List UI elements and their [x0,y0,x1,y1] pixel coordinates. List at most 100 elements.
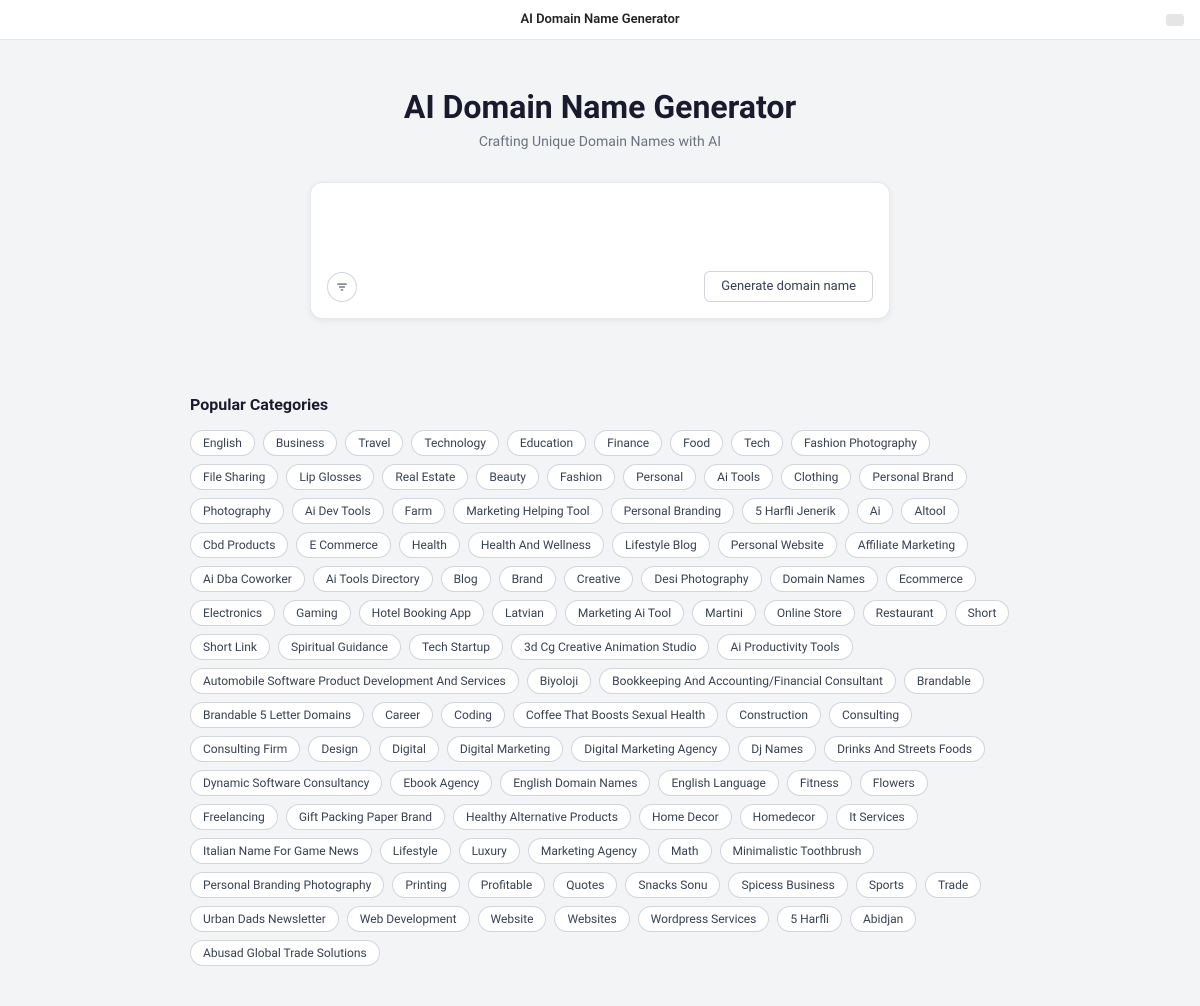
category-tag[interactable]: Personal Brand [859,464,966,490]
category-tag[interactable]: Lifestyle Blog [612,532,710,558]
category-tag[interactable]: Freelancing [190,804,278,830]
category-tag[interactable]: Consulting [829,702,912,728]
category-tag[interactable]: Drinks And Streets Foods [824,736,985,762]
category-tag[interactable]: Career [372,702,433,728]
category-tag[interactable]: Abusad Global Trade Solutions [190,940,380,966]
category-tag[interactable]: Online Store [764,600,855,626]
filter-icon[interactable] [327,272,357,302]
category-tag[interactable]: Biyoloji [527,668,591,694]
category-tag[interactable]: Latvian [492,600,557,626]
category-tag[interactable]: Trade [925,872,981,898]
category-tag[interactable]: Coding [441,702,505,728]
category-tag[interactable]: Math [658,838,712,864]
category-tag[interactable]: English Domain Names [500,770,650,796]
category-tag[interactable]: Ai Dba Coworker [190,566,305,592]
category-tag[interactable]: Marketing Helping Tool [453,498,602,524]
category-tag[interactable]: Flowers [860,770,928,796]
category-tag[interactable]: Brand [499,566,556,592]
category-tag[interactable]: Lip Glosses [286,464,374,490]
category-tag[interactable]: Marketing Agency [528,838,650,864]
category-tag[interactable]: Home Decor [639,804,732,830]
category-tag[interactable]: Fashion [547,464,615,490]
category-tag[interactable]: Dj Names [738,736,816,762]
category-tag[interactable]: Brandable [904,668,984,694]
category-tag[interactable]: Ai Tools Directory [313,566,433,592]
category-tag[interactable]: Tech Startup [409,634,503,660]
category-tag[interactable]: Electronics [190,600,275,626]
category-tag[interactable]: Restaurant [863,600,947,626]
generate-button[interactable]: Generate domain name [704,271,873,302]
category-tag[interactable]: Personal Branding Photography [190,872,384,898]
category-tag[interactable]: Minimalistic Toothbrush [720,838,875,864]
category-tag[interactable]: Personal Branding [611,498,735,524]
category-tag[interactable]: Martini [692,600,756,626]
category-tag[interactable]: Digital [379,736,439,762]
category-tag[interactable]: Fitness [787,770,852,796]
category-tag[interactable]: Fashion Photography [791,430,930,456]
category-tag[interactable]: Wordpress Services [638,906,770,932]
category-tag[interactable]: Design [308,736,371,762]
category-tag[interactable]: File Sharing [190,464,278,490]
category-tag[interactable]: Technology [411,430,498,456]
category-tag[interactable]: Short Link [190,634,270,660]
category-tag[interactable]: Healthy Alternative Products [453,804,631,830]
category-tag[interactable]: Bookkeeping And Accounting/Financial Con… [599,668,896,694]
category-tag[interactable]: Health And Wellness [468,532,604,558]
category-tag[interactable]: Urban Dads Newsletter [190,906,339,932]
category-tag[interactable]: Construction [726,702,821,728]
category-tag[interactable]: English [190,430,255,456]
category-tag[interactable]: 3d Cg Creative Animation Studio [511,634,710,660]
category-tag[interactable]: Spiritual Guidance [278,634,401,660]
category-tag[interactable]: Luxury [459,838,520,864]
category-tag[interactable]: Digital Marketing [447,736,563,762]
category-tag[interactable]: Italian Name For Game News [190,838,372,864]
category-tag[interactable]: Personal Website [718,532,837,558]
category-tag[interactable]: Dynamic Software Consultancy [190,770,382,796]
category-tag[interactable]: Websites [554,906,629,932]
category-tag[interactable]: Marketing Ai Tool [565,600,684,626]
category-tag[interactable]: 5 Harfli [777,906,842,932]
category-tag[interactable]: Printing [392,872,459,898]
category-tag[interactable]: Website [478,906,547,932]
category-tag[interactable]: Health [399,532,460,558]
category-tag[interactable]: Creative [564,566,634,592]
category-tag[interactable]: Farm [392,498,446,524]
search-input[interactable] [327,199,873,259]
category-tag[interactable]: Altool [901,498,958,524]
category-tag[interactable]: Spicess Business [728,872,847,898]
category-tag[interactable]: Automobile Software Product Development … [190,668,519,694]
category-tag[interactable]: Profitable [468,872,546,898]
category-tag[interactable]: Tech [731,430,783,456]
category-tag[interactable]: English Language [658,770,778,796]
category-tag[interactable]: Gift Packing Paper Brand [286,804,445,830]
category-tag[interactable]: Quotes [553,872,617,898]
category-tag[interactable]: Brandable 5 Letter Domains [190,702,364,728]
category-tag[interactable]: Blog [441,566,491,592]
category-tag[interactable]: Education [507,430,586,456]
category-tag[interactable]: Real Estate [382,464,468,490]
category-tag[interactable]: Gaming [283,600,351,626]
category-tag[interactable]: Sports [856,872,917,898]
category-tag[interactable]: Affiliate Marketing [845,532,968,558]
category-tag[interactable]: Snacks Sonu [625,872,720,898]
category-tag[interactable]: Clothing [781,464,851,490]
category-tag[interactable]: Short [955,600,1010,626]
category-tag[interactable]: Beauty [476,464,539,490]
category-tag[interactable]: Ai Dev Tools [292,498,384,524]
category-tag[interactable]: Ai Productivity Tools [717,634,852,660]
category-tag[interactable]: Digital Marketing Agency [571,736,730,762]
category-tag[interactable]: Ai [857,498,894,524]
category-tag[interactable]: E Commerce [296,532,390,558]
category-tag[interactable]: Ebook Agency [390,770,492,796]
category-tag[interactable]: Domain Names [770,566,878,592]
category-tag[interactable]: Hotel Booking App [359,600,484,626]
category-tag[interactable]: Homedecor [740,804,829,830]
category-tag[interactable]: Abidjan [850,906,916,932]
category-tag[interactable]: It Services [836,804,917,830]
category-tag[interactable]: Lifestyle [380,838,451,864]
category-tag[interactable]: Photography [190,498,284,524]
category-tag[interactable]: Coffee That Boosts Sexual Health [513,702,718,728]
category-tag[interactable]: Finance [594,430,662,456]
category-tag[interactable]: Business [263,430,338,456]
category-tag[interactable]: Ai Tools [704,464,773,490]
